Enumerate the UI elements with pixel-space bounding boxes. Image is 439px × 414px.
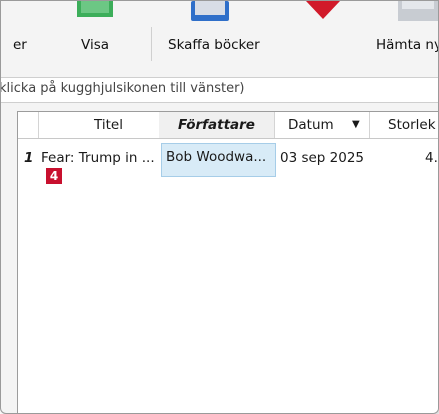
book-list[interactable]: Titel Författare Datum ▼ Storlek 1 Fear:… [17,111,438,413]
row-author[interactable]: Bob Woodwa... [161,143,276,177]
view-icon [77,1,113,23]
view-button[interactable]: Visa [61,1,141,69]
header-size[interactable]: Storlek [370,112,438,138]
books-icon [191,1,229,27]
annotation-badge: 4 [46,168,62,184]
get-books-label: Skaffa böcker [168,37,260,53]
news-heart-button[interactable] [291,1,351,69]
header-size-label: Storlek [388,117,436,133]
heart-icon [306,1,340,25]
header-date[interactable]: Datum ▼ [275,112,370,138]
toolbar-partial-button[interactable]: er [1,1,41,69]
search-bar[interactable]: klicka på kugghjulsikonen till vänster) [1,77,438,103]
search-hint: klicka på kugghjulsikonen till vänster) [0,81,245,96]
row-size[interactable]: 4.4 [425,146,438,170]
view-label: Visa [81,37,109,53]
toolbar: er Visa Skaffa böcker Hämta ny [1,1,438,69]
toolbar-partial-label: er [13,37,27,53]
get-books-button[interactable]: Skaffa böcker [161,1,271,69]
fetch-news-button[interactable]: Hämta ny [361,1,439,69]
row-date[interactable]: 03 sep 2025 [280,146,370,170]
header-date-label: Datum [288,117,334,133]
toolbar-separator [151,27,152,61]
table-header: Titel Författare Datum ▼ Storlek [18,112,438,139]
row-title[interactable]: Fear: Trump in ... [41,146,159,170]
news-icon [398,1,438,27]
row-number: 1 [24,150,34,166]
header-author[interactable]: Författare [159,112,275,138]
app-window: er Visa Skaffa böcker Hämta ny klicka på… [0,0,439,414]
header-number-column[interactable] [18,112,39,138]
table-row[interactable]: 1 Fear: Trump in ... Bob Woodwa... 03 se… [18,143,438,177]
header-title[interactable]: Titel [39,112,179,138]
sort-down-icon: ▼ [352,119,360,130]
fetch-news-label: Hämta ny [376,37,439,53]
